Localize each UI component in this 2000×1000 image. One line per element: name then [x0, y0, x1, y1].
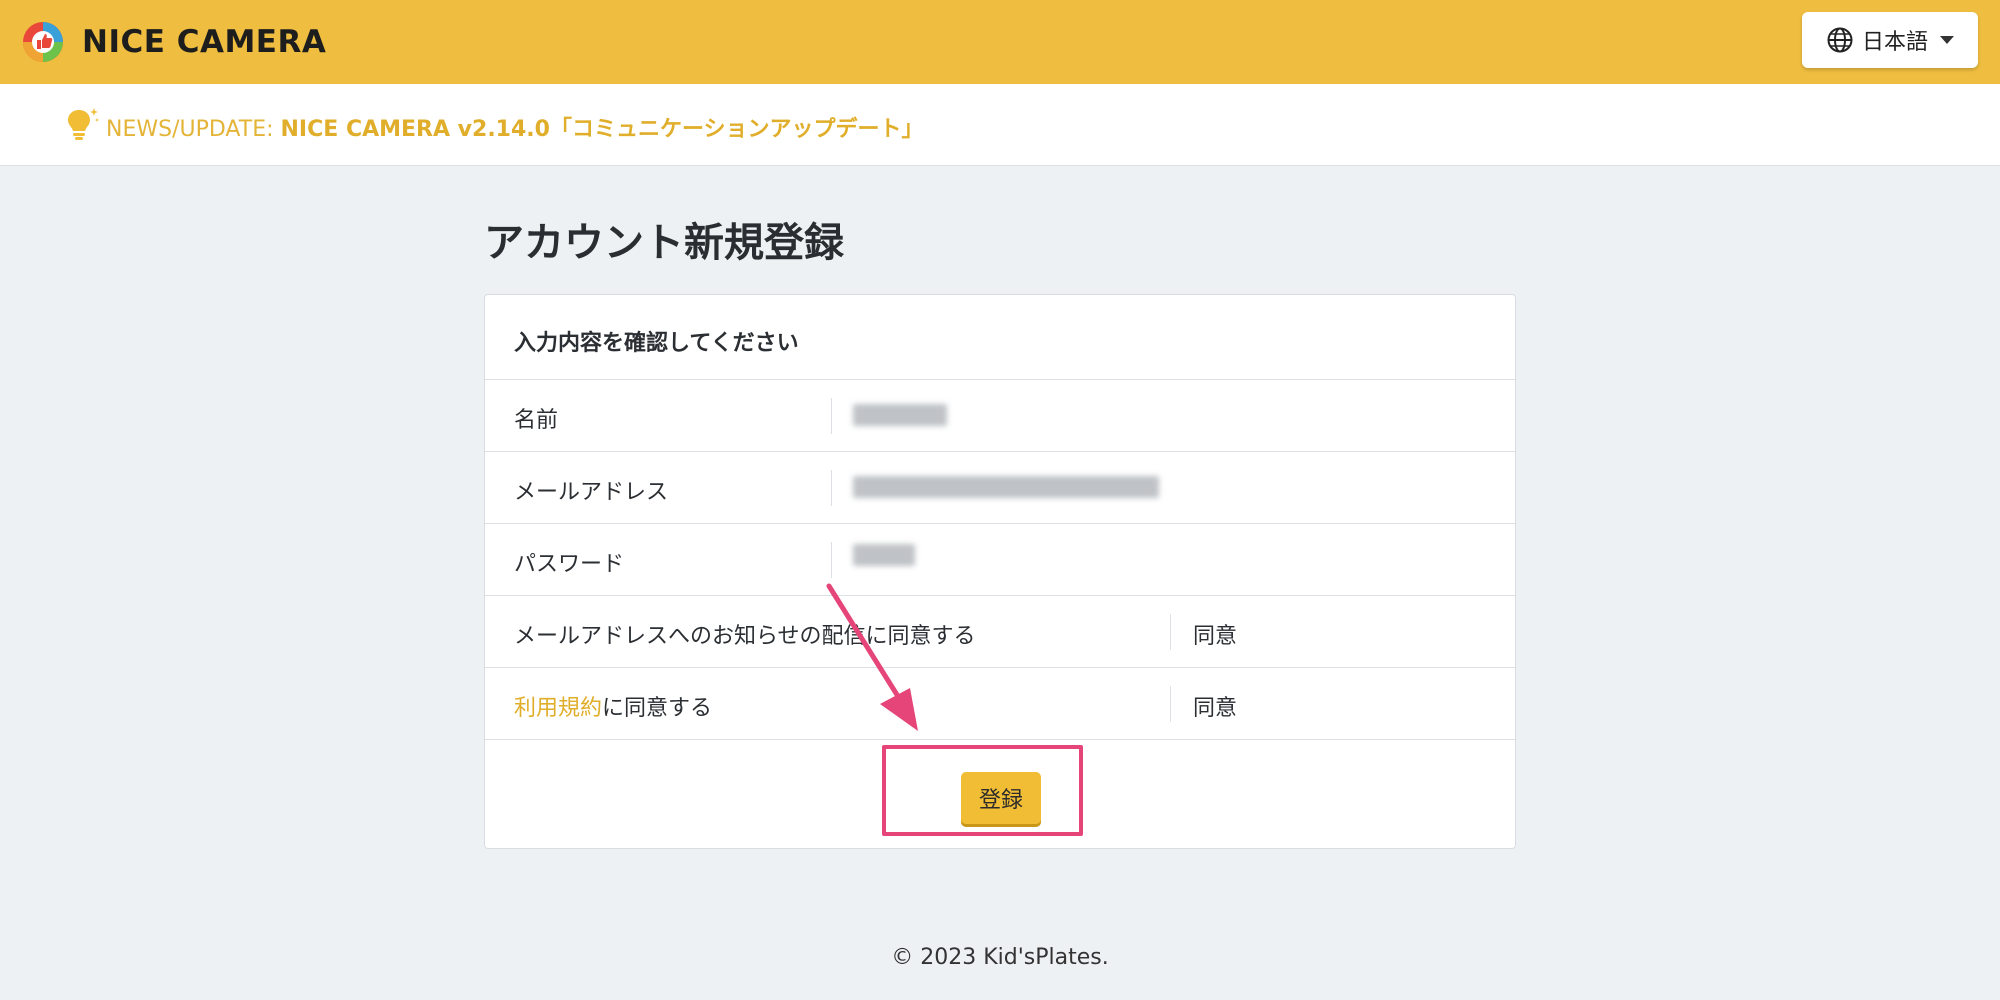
news-update-link[interactable]: NICE CAMERA v2.14.0「コミュニケーションアップデート」 [281, 117, 924, 142]
row-label-email: メールアドレス [514, 480, 669, 505]
row-divider [831, 398, 832, 434]
news-prefix: NEWS/UPDATE: [106, 117, 274, 142]
row-label-newsletter-consent: メールアドレスへのお知らせの配信に同意する [514, 624, 976, 649]
confirm-row-password: パスワード [485, 524, 1515, 596]
page-title: アカウント新規登録 [484, 220, 844, 266]
name-value-redacted [853, 404, 947, 426]
footer-copyright: © 2023 Kid'sPlates. [891, 945, 1109, 970]
confirm-row-newsletter-consent: メールアドレスへのお知らせの配信に同意する 同意 [485, 596, 1515, 668]
brand-name: NICE CAMERA [82, 24, 327, 60]
brand-link[interactable]: NICE CAMERA [22, 20, 326, 64]
confirm-row-name: 名前 [485, 380, 1515, 452]
terms-of-service-link[interactable]: 利用規約 [514, 696, 602, 721]
row-divider [1170, 614, 1171, 650]
annotation-highlight-box [882, 745, 1083, 836]
language-label: 日本語 [1862, 30, 1929, 55]
row-divider [831, 542, 832, 578]
top-navbar: NICE CAMERA 日本語 [0, 0, 2000, 84]
terms-consent-value: 同意 [1193, 696, 1238, 721]
language-dropdown-button[interactable]: 日本語 [1802, 12, 1978, 68]
row-label-password: パスワード [514, 552, 625, 577]
globe-icon [1827, 27, 1853, 53]
row-label-name: 名前 [514, 408, 559, 433]
card-header-title: 入力内容を確認してください [514, 331, 799, 356]
chevron-down-icon [1940, 36, 1955, 44]
news-bar: NEWS/UPDATE: NICE CAMERA v2.14.0「コミュニケーシ… [0, 84, 2000, 166]
newsletter-consent-value: 同意 [1193, 624, 1238, 649]
row-divider [1170, 686, 1171, 722]
terms-consent-suffix: に同意する [602, 696, 713, 721]
card-header: 入力内容を確認してください [485, 295, 1515, 380]
confirm-row-terms-consent: 利用規約に同意する 同意 [485, 668, 1515, 740]
row-label-terms-consent: 利用規約に同意する [514, 690, 712, 722]
nice-camera-logo-icon [23, 22, 63, 62]
lightbulb-icon [68, 108, 99, 140]
password-value-redacted [853, 544, 915, 566]
news-update-text: NEWS/UPDATE: NICE CAMERA v2.14.0「コミュニケーシ… [106, 111, 924, 143]
confirm-row-email: メールアドレス [485, 452, 1515, 524]
row-divider [831, 470, 832, 506]
page: NICE CAMERA 日本語 NEWS/UPDATE: NICE CAMERA… [0, 0, 2000, 1000]
email-value-redacted [853, 476, 1159, 498]
